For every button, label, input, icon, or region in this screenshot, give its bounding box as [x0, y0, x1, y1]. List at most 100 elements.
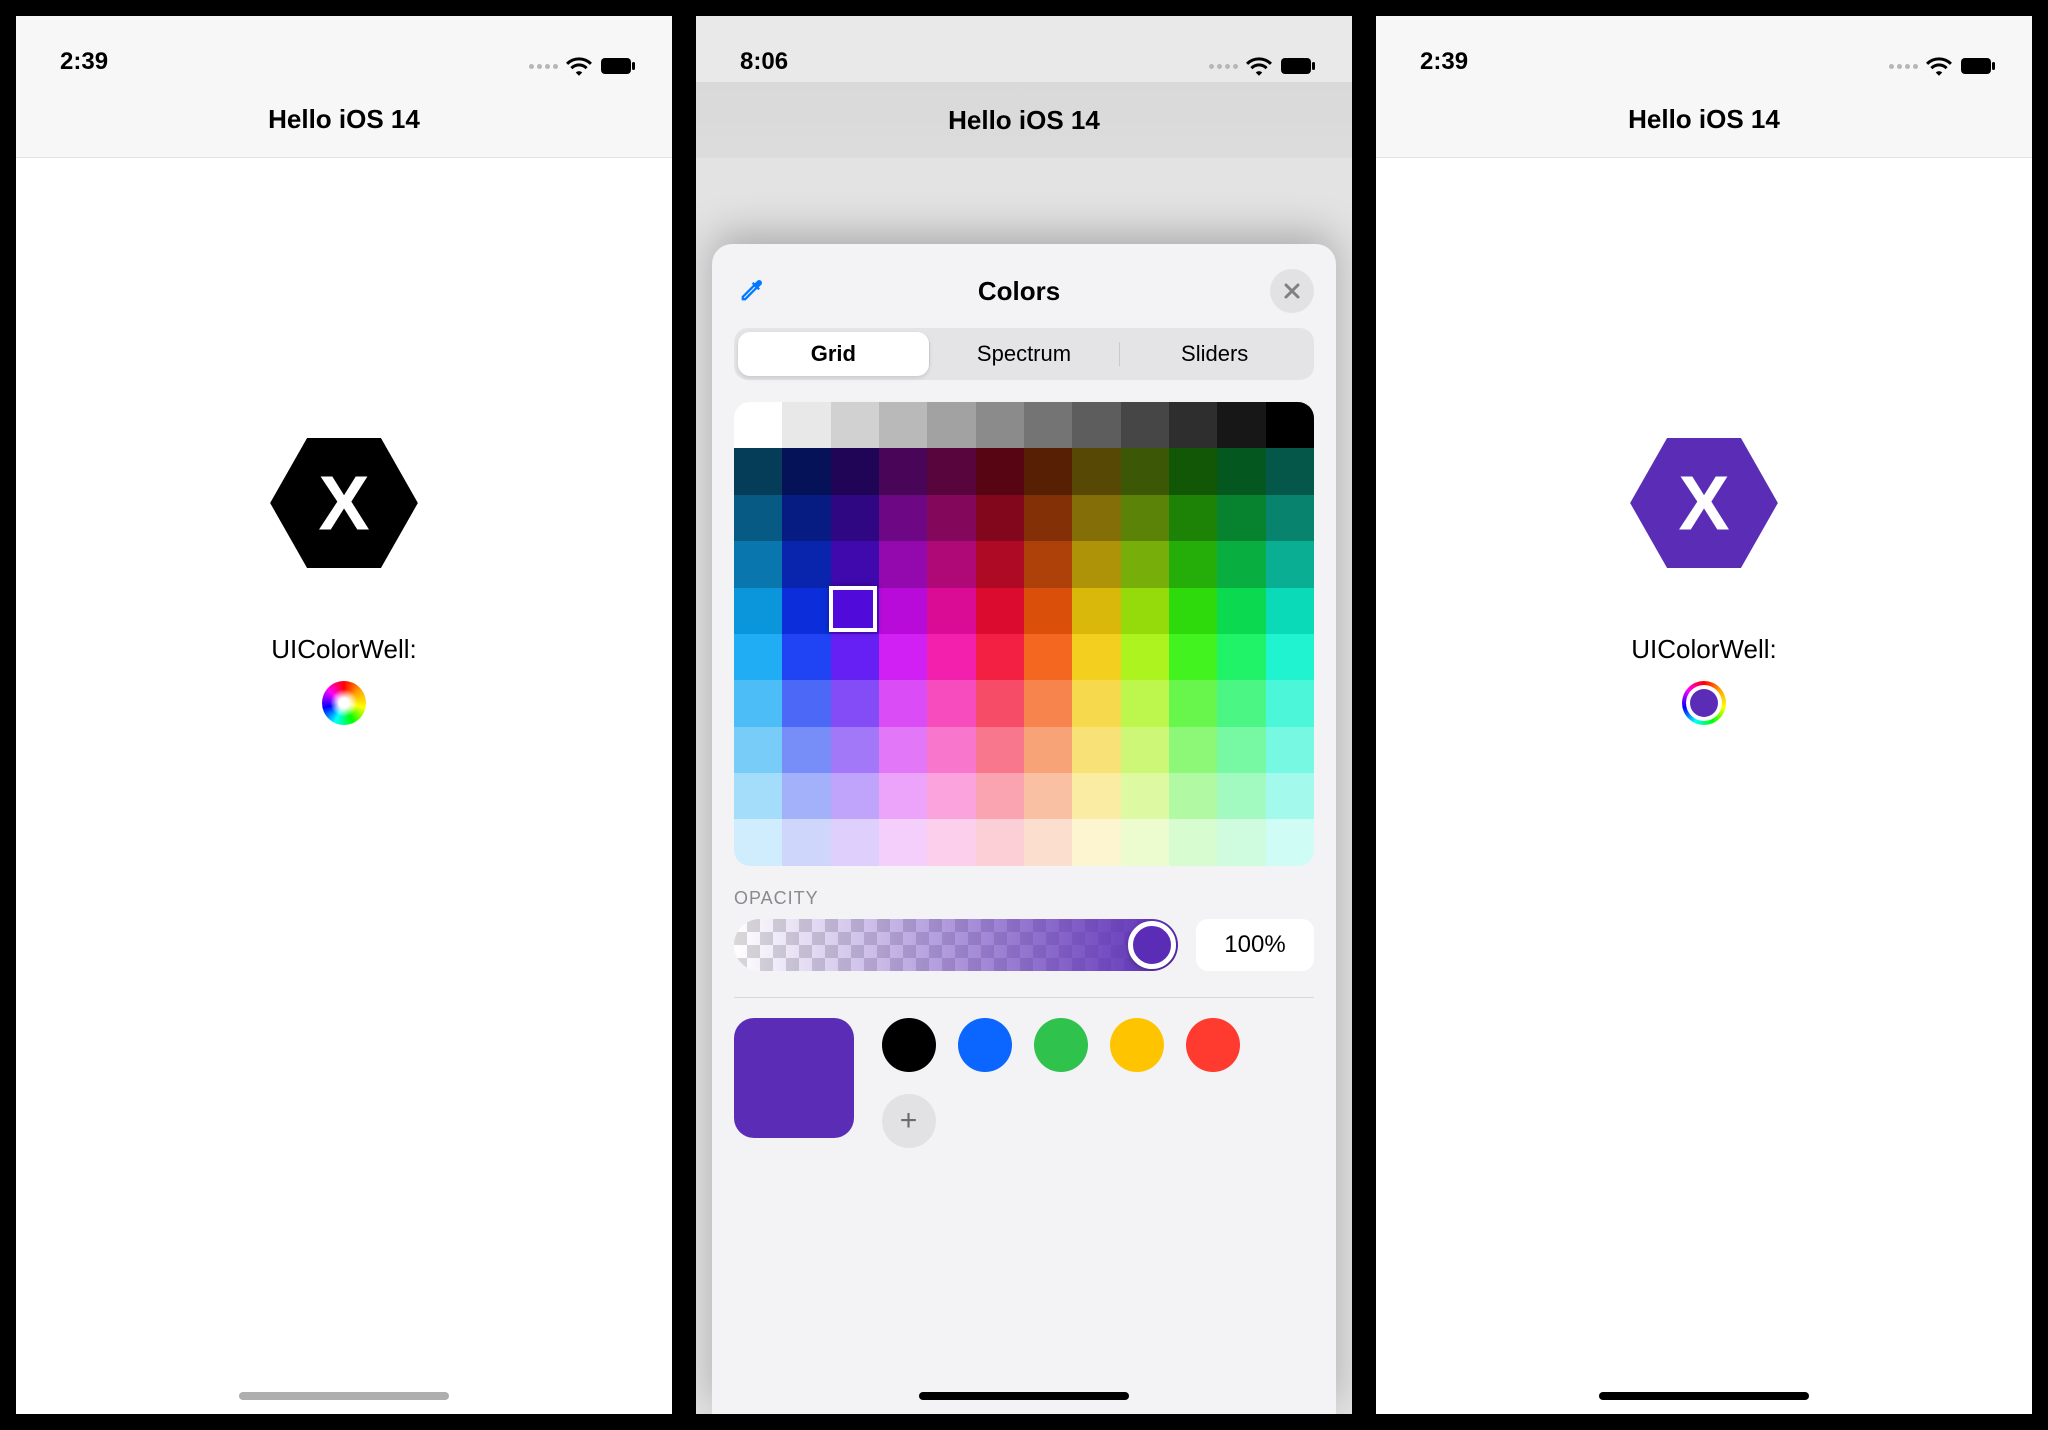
- grid-cell[interactable]: [734, 541, 782, 587]
- grid-cell[interactable]: [734, 819, 782, 865]
- grid-cell[interactable]: [1121, 680, 1169, 726]
- current-color-swatch[interactable]: [734, 1018, 854, 1138]
- grid-cell[interactable]: [1169, 634, 1217, 680]
- grid-cell[interactable]: [831, 588, 879, 634]
- grid-cell[interactable]: [1024, 588, 1072, 634]
- grid-cell[interactable]: [1169, 680, 1217, 726]
- grid-cell[interactable]: [1217, 588, 1265, 634]
- grid-cell[interactable]: [1024, 680, 1072, 726]
- grid-cell[interactable]: [782, 819, 830, 865]
- grid-cell[interactable]: [1266, 680, 1314, 726]
- recent-swatch[interactable]: [958, 1018, 1012, 1072]
- grid-cell[interactable]: [831, 727, 879, 773]
- grid-cell[interactable]: [1072, 680, 1120, 726]
- recent-swatch[interactable]: [1186, 1018, 1240, 1072]
- grid-cell[interactable]: [831, 448, 879, 494]
- grid-cell[interactable]: [1024, 448, 1072, 494]
- grid-cell[interactable]: [1121, 541, 1169, 587]
- grid-cell[interactable]: [976, 727, 1024, 773]
- grid-cell[interactable]: [1121, 773, 1169, 819]
- tab-spectrum[interactable]: Spectrum: [929, 332, 1120, 376]
- grid-cell[interactable]: [1121, 448, 1169, 494]
- grid-cell[interactable]: [734, 495, 782, 541]
- grid-cell[interactable]: [879, 727, 927, 773]
- grid-cell[interactable]: [1217, 402, 1265, 448]
- grid-cell[interactable]: [782, 402, 830, 448]
- grid-cell[interactable]: [1121, 402, 1169, 448]
- grid-cell[interactable]: [976, 541, 1024, 587]
- grid-cell[interactable]: [1169, 495, 1217, 541]
- grid-cell[interactable]: [1121, 588, 1169, 634]
- grid-cell[interactable]: [734, 588, 782, 634]
- grid-cell[interactable]: [1217, 634, 1265, 680]
- grid-cell[interactable]: [976, 495, 1024, 541]
- grid-cell[interactable]: [782, 680, 830, 726]
- grid-cell[interactable]: [1217, 773, 1265, 819]
- grid-cell[interactable]: [1072, 495, 1120, 541]
- grid-cell[interactable]: [976, 773, 1024, 819]
- grid-cell[interactable]: [879, 819, 927, 865]
- grid-cell[interactable]: [1072, 588, 1120, 634]
- opacity-value[interactable]: 100%: [1196, 919, 1314, 971]
- color-well[interactable]: [322, 681, 366, 725]
- grid-cell[interactable]: [1072, 541, 1120, 587]
- grid-cell[interactable]: [927, 634, 975, 680]
- grid-cell[interactable]: [734, 634, 782, 680]
- grid-cell[interactable]: [1266, 727, 1314, 773]
- opacity-slider[interactable]: [734, 919, 1178, 971]
- grid-cell[interactable]: [1169, 727, 1217, 773]
- grid-cell[interactable]: [1024, 495, 1072, 541]
- grid-cell[interactable]: [734, 727, 782, 773]
- tab-sliders[interactable]: Sliders: [1119, 332, 1310, 376]
- grid-cell[interactable]: [782, 448, 830, 494]
- grid-cell[interactable]: [831, 402, 879, 448]
- grid-cell[interactable]: [782, 773, 830, 819]
- grid-cell[interactable]: [1169, 819, 1217, 865]
- grid-cell[interactable]: [1169, 541, 1217, 587]
- grid-cell[interactable]: [1072, 448, 1120, 494]
- grid-cell[interactable]: [927, 773, 975, 819]
- grid-cell[interactable]: [1266, 773, 1314, 819]
- grid-cell[interactable]: [879, 541, 927, 587]
- grid-cell[interactable]: [1217, 448, 1265, 494]
- grid-cell[interactable]: [927, 402, 975, 448]
- grid-cell[interactable]: [831, 541, 879, 587]
- grid-cell[interactable]: [1024, 634, 1072, 680]
- grid-cell[interactable]: [976, 680, 1024, 726]
- grid-cell[interactable]: [1121, 634, 1169, 680]
- grid-cell[interactable]: [1217, 495, 1265, 541]
- grid-cell[interactable]: [976, 634, 1024, 680]
- color-grid[interactable]: [734, 402, 1314, 866]
- grid-cell[interactable]: [927, 448, 975, 494]
- grid-cell[interactable]: [831, 495, 879, 541]
- grid-cell[interactable]: [976, 448, 1024, 494]
- grid-cell[interactable]: [1217, 541, 1265, 587]
- grid-cell[interactable]: [879, 495, 927, 541]
- grid-cell[interactable]: [1217, 819, 1265, 865]
- grid-cell[interactable]: [1024, 773, 1072, 819]
- home-indicator[interactable]: [1599, 1392, 1809, 1400]
- grid-cell[interactable]: [927, 819, 975, 865]
- grid-cell[interactable]: [1266, 495, 1314, 541]
- grid-cell[interactable]: [831, 773, 879, 819]
- grid-cell[interactable]: [1217, 680, 1265, 726]
- grid-cell[interactable]: [1121, 819, 1169, 865]
- grid-cell[interactable]: [1169, 588, 1217, 634]
- grid-cell[interactable]: [1266, 634, 1314, 680]
- grid-cell[interactable]: [782, 495, 830, 541]
- grid-cell[interactable]: [1266, 448, 1314, 494]
- grid-cell[interactable]: [1169, 448, 1217, 494]
- grid-cell[interactable]: [1266, 402, 1314, 448]
- grid-cell[interactable]: [831, 680, 879, 726]
- grid-cell[interactable]: [1072, 727, 1120, 773]
- grid-cell[interactable]: [1266, 588, 1314, 634]
- add-swatch-button[interactable]: +: [882, 1094, 936, 1148]
- tab-grid[interactable]: Grid: [738, 332, 929, 376]
- grid-cell[interactable]: [734, 773, 782, 819]
- grid-cell[interactable]: [879, 680, 927, 726]
- grid-cell[interactable]: [879, 588, 927, 634]
- grid-cell[interactable]: [1266, 541, 1314, 587]
- grid-cell[interactable]: [976, 402, 1024, 448]
- grid-cell[interactable]: [1024, 541, 1072, 587]
- home-indicator[interactable]: [239, 1392, 449, 1400]
